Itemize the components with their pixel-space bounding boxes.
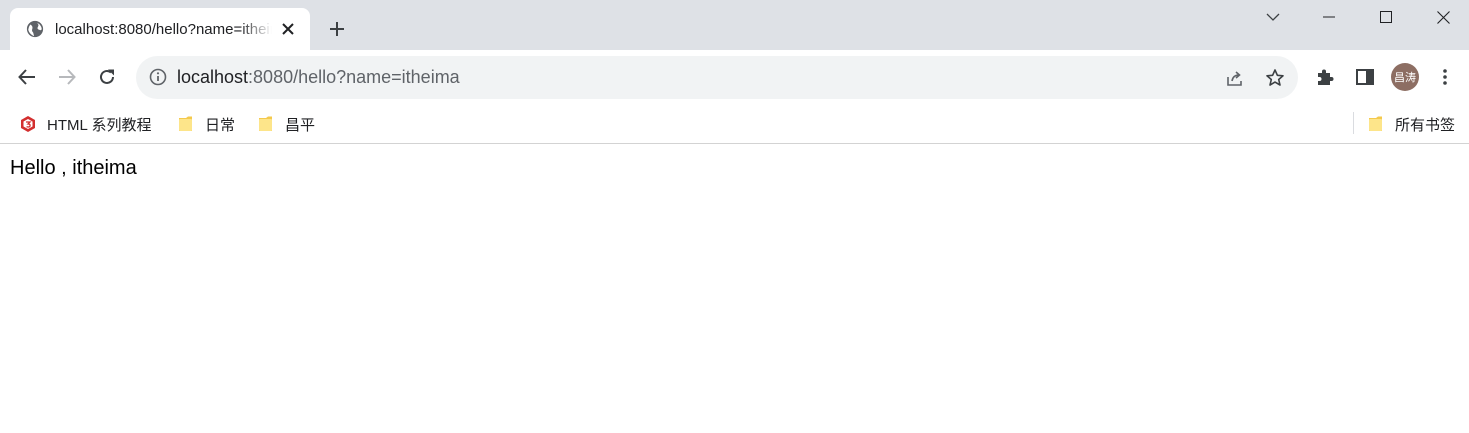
close-window-button[interactable] bbox=[1418, 0, 1468, 34]
folder-icon bbox=[1369, 116, 1382, 131]
maximize-icon bbox=[1380, 11, 1392, 23]
bookmark-label: 昌平 bbox=[285, 116, 316, 134]
bookmark-folder-daily[interactable]: 日常 bbox=[177, 111, 235, 137]
bookmark-label: 日常 bbox=[205, 116, 236, 134]
folder-icon bbox=[179, 116, 192, 131]
reload-button[interactable] bbox=[91, 61, 123, 93]
share-icon bbox=[1227, 71, 1242, 86]
tab-search-button[interactable] bbox=[1248, 0, 1298, 34]
bookmark-folder-changping[interactable]: 昌平 bbox=[257, 111, 315, 137]
greeting-text: Hello , itheima bbox=[10, 157, 137, 179]
bookmark-label: HTML 系列教程 bbox=[47, 116, 152, 134]
plus-icon bbox=[330, 22, 344, 36]
more-vert-icon bbox=[1443, 69, 1447, 85]
reload-icon bbox=[100, 69, 114, 84]
url-text[interactable]: localhost:8080/hello?name=itheima bbox=[177, 67, 460, 88]
bookmarks-divider bbox=[1353, 112, 1354, 134]
url-host: localhost bbox=[177, 67, 249, 87]
arrow-right-icon bbox=[59, 69, 76, 85]
info-icon[interactable] bbox=[149, 68, 167, 86]
tab-strip: localhost:8080/hello?name=itheima bbox=[0, 0, 1469, 50]
close-icon bbox=[1436, 10, 1450, 24]
html-tutorial-icon bbox=[21, 116, 35, 132]
side-panel-button[interactable] bbox=[1351, 63, 1379, 91]
chevron-down-icon bbox=[1266, 13, 1280, 21]
close-tab-icon[interactable] bbox=[278, 19, 298, 39]
puzzle-icon bbox=[1318, 69, 1334, 85]
side-panel-icon bbox=[1356, 69, 1374, 85]
address-bar[interactable]: localhost:8080/hello?name=itheima bbox=[136, 56, 1298, 99]
minimize-button[interactable] bbox=[1304, 0, 1354, 34]
share-button[interactable] bbox=[1223, 66, 1247, 90]
star-icon bbox=[1266, 69, 1284, 86]
bookmark-label: 所有书签 bbox=[1395, 116, 1456, 134]
folder-icon bbox=[259, 116, 272, 131]
menu-button[interactable] bbox=[1431, 63, 1459, 91]
maximize-button[interactable] bbox=[1361, 0, 1411, 34]
back-button[interactable] bbox=[11, 61, 43, 93]
forward-button[interactable] bbox=[51, 61, 83, 93]
bookmark-html-tutorial[interactable]: HTML 系列教程 bbox=[19, 111, 151, 137]
globe-icon bbox=[26, 20, 44, 38]
tab-title: localhost:8080/hello?name=itheima bbox=[55, 20, 272, 38]
minimize-icon bbox=[1323, 16, 1335, 18]
browser-window: localhost:8080/hello?name=itheima localh… bbox=[0, 0, 1469, 433]
new-tab-button[interactable] bbox=[325, 17, 349, 41]
page-content: Hello , itheima bbox=[0, 145, 1469, 433]
extensions-button[interactable] bbox=[1311, 63, 1339, 91]
url-path: :8080/hello?name=itheima bbox=[248, 67, 460, 87]
all-bookmarks-folder[interactable]: 所有书签 bbox=[1367, 111, 1455, 137]
active-tab[interactable]: localhost:8080/hello?name=itheima bbox=[10, 8, 310, 50]
bookmark-star-button[interactable] bbox=[1263, 66, 1287, 90]
bookmarks-bar: HTML 系列教程 日常 昌平 所有书签 bbox=[0, 104, 1469, 144]
toolbar: localhost:8080/hello?name=itheima 昌涛 bbox=[0, 50, 1469, 104]
arrow-left-icon bbox=[18, 69, 35, 85]
profile-avatar[interactable]: 昌涛 bbox=[1391, 63, 1419, 91]
